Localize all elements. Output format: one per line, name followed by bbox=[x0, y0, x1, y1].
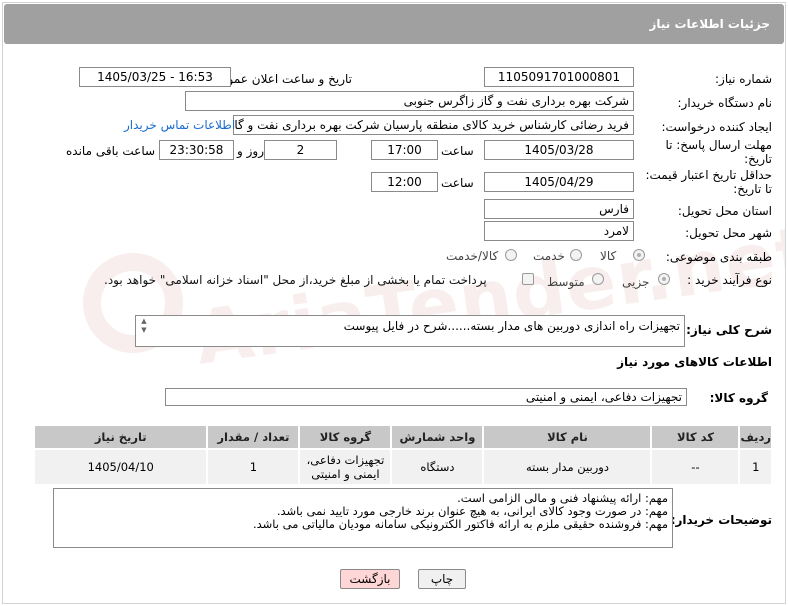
print-button[interactable]: چاپ bbox=[418, 569, 466, 589]
requester-label: ایجاد کننده درخواست: bbox=[661, 120, 772, 134]
textarea-scroll-arrows-icon[interactable]: ▲ ▼ bbox=[139, 317, 149, 343]
price-validity-time: 12:00 bbox=[371, 172, 438, 192]
process-option-medium: متوسط bbox=[547, 275, 585, 289]
reply-deadline-time: 17:00 bbox=[371, 140, 438, 160]
category-label: طبقه بندی موضوعی: bbox=[665, 250, 772, 264]
general-desc-textarea[interactable]: تجهیزات راه اندازی دوربین های مدار بسته.… bbox=[135, 315, 685, 347]
reply-days-label: روز و bbox=[237, 144, 264, 158]
goods-info-title: اطلاعات کالاهای مورد نیاز bbox=[617, 355, 772, 369]
process-option-minor: جزیی bbox=[622, 275, 650, 289]
buyer-org-field: شرکت بهره برداری نفت و گاز زاگرس جنوبی bbox=[185, 91, 634, 111]
buyer-notes-box[interactable]: مهم: ارائه پیشنهاد فنی و مالی الزامی است… bbox=[53, 488, 673, 548]
treasury-payment-note: پرداخت تمام یا بخشی از مبلغ خرید،از محل … bbox=[104, 273, 487, 287]
goods-group-field: تجهیزات دفاعی، ایمنی و امنیتی bbox=[165, 388, 687, 406]
page-title: جزئیات اطلاعات نیاز bbox=[649, 17, 770, 31]
remaining-time-label: ساعت باقی مانده bbox=[66, 144, 156, 158]
cell-qty: 1 bbox=[206, 448, 301, 486]
cell-unit: دستگاه bbox=[390, 448, 485, 486]
col-group: گروه کالا bbox=[298, 424, 393, 450]
price-validity-date: 1405/04/29 bbox=[484, 172, 634, 192]
col-unit: واحد شمارش bbox=[390, 424, 485, 450]
cell-name: دوربین مدار بسته bbox=[482, 448, 653, 486]
city-label: شهر محل تحویل: bbox=[685, 226, 772, 240]
need-number-label: شماره نیاز: bbox=[715, 72, 772, 86]
city-field: لامرد bbox=[484, 221, 634, 241]
remaining-time-field: 23:30:58 bbox=[159, 140, 234, 160]
province-field: فارس bbox=[484, 199, 634, 219]
price-validity-label: حداقل تاریخ اعتبار قیمت: تا تاریخ: bbox=[645, 168, 772, 196]
reply-time-label: ساعت bbox=[441, 144, 474, 158]
category-option-goods-service: کالا/خدمت bbox=[446, 249, 499, 263]
back-button[interactable]: بازگشت bbox=[340, 569, 400, 589]
category-option-goods: کالا bbox=[600, 249, 617, 263]
buyer-org-label: نام دستگاه خریدار: bbox=[677, 96, 773, 110]
category-radio-goods-service[interactable] bbox=[505, 249, 517, 261]
category-option-service: خدمت bbox=[533, 249, 565, 263]
province-label: استان محل تحویل: bbox=[677, 204, 772, 218]
buyer-note-line: مهم: فروشنده حقیقی ملزم به ارائه فاکتور … bbox=[252, 517, 668, 531]
price-validity-time-label: ساعت bbox=[441, 176, 474, 190]
col-need-date: تاریخ نیاز bbox=[32, 424, 209, 450]
table-row: 1 -- دوربین مدار بسته دستگاه تجهیزات دفا… bbox=[32, 448, 773, 486]
requester-field: فرید رضائی کارشناس خرید کالای منطقه پارس… bbox=[233, 115, 634, 135]
announce-datetime-field: 1405/03/25 - 16:53 bbox=[79, 67, 231, 87]
col-row: ردیف bbox=[738, 424, 773, 450]
buyer-notes-label: توضیحات خریدار: bbox=[670, 513, 772, 527]
goods-group-label: گروه کالا: bbox=[709, 391, 768, 405]
cell-group: تجهیزات دفاعی، ایمنی و امنیتی bbox=[298, 448, 393, 486]
col-qty: تعداد / مقدار bbox=[206, 424, 301, 450]
reply-deadline-date: 1405/03/28 bbox=[484, 140, 634, 160]
reply-days-field: 2 bbox=[264, 140, 337, 160]
process-label: نوع فرآیند خرید : bbox=[687, 273, 772, 287]
category-radio-goods[interactable] bbox=[633, 249, 645, 261]
general-desc-label: شرح کلی نیاز: bbox=[686, 323, 772, 337]
page-header: جزئیات اطلاعات نیاز bbox=[4, 4, 784, 44]
buyer-contact-link[interactable]: اطلاعات تماس خریدار bbox=[124, 118, 235, 132]
process-radio-minor[interactable] bbox=[658, 273, 670, 285]
need-number-field: 1105091701000801 bbox=[484, 67, 634, 87]
col-name: نام کالا bbox=[482, 424, 653, 450]
reply-deadline-label: مهلت ارسال پاسخ: تا تاریخ: bbox=[665, 138, 772, 166]
cell-row: 1 bbox=[738, 448, 773, 486]
cell-code: -- bbox=[650, 448, 741, 486]
treasury-payment-checkbox[interactable] bbox=[522, 273, 534, 285]
col-code: کد کالا bbox=[650, 424, 741, 450]
goods-table: ردیف کد کالا نام کالا واحد شمارش گروه کا… bbox=[32, 424, 773, 486]
goods-table-header: ردیف کد کالا نام کالا واحد شمارش گروه کا… bbox=[32, 424, 773, 450]
process-radio-medium[interactable] bbox=[592, 273, 604, 285]
category-radio-service[interactable] bbox=[570, 249, 582, 261]
cell-need-date: 1405/04/10 bbox=[32, 448, 209, 486]
